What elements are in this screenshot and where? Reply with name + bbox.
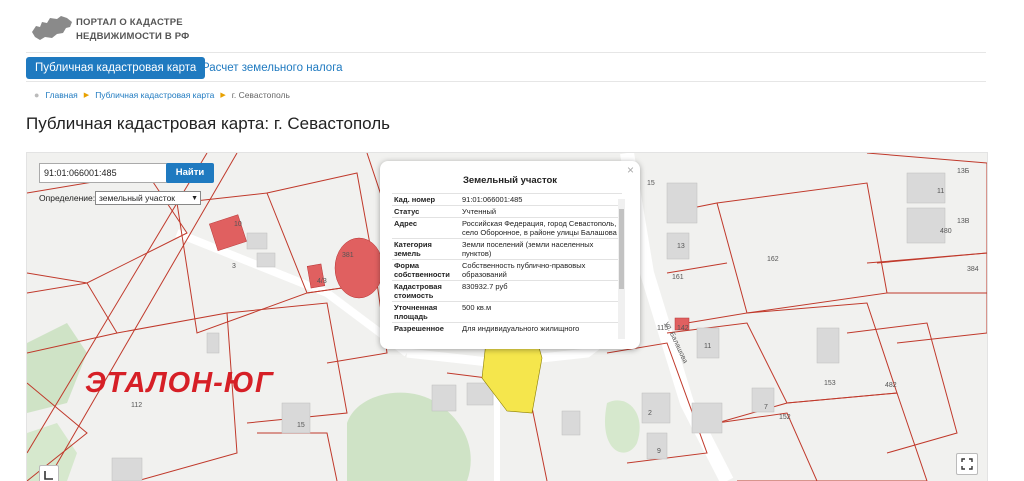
fullscreen-icon [961, 458, 973, 470]
popup-scrollbar[interactable] [618, 199, 625, 339]
svg-text:3: 3 [232, 263, 236, 270]
svg-text:482: 482 [885, 382, 897, 389]
svg-text:11: 11 [937, 188, 944, 195]
watermark-logo: ЭТАЛОН-ЮГ [85, 367, 274, 399]
layers-icon [44, 471, 53, 480]
svg-text:9: 9 [657, 448, 661, 455]
svg-text:480: 480 [940, 228, 952, 235]
svg-text:4/3: 4/3 [317, 278, 327, 285]
table-row: Кад. номер 91:01:066001:485 [392, 193, 622, 206]
header-divider [26, 52, 986, 53]
svg-text:13: 13 [677, 243, 685, 250]
breadcrumb-home[interactable]: Главная [45, 90, 77, 100]
breadcrumb-section[interactable]: Публичная кадастровая карта [95, 90, 214, 100]
parcel-info-popup: × Земельный участок Кад. номер 91:01:0660… [380, 161, 640, 349]
cadastral-map[interactable]: 15 10 3 381 13 161 162 13Б 11 13В 480 38… [26, 152, 988, 481]
breadcrumb-arrow-icon: ▶ [220, 92, 226, 99]
svg-text:11: 11 [704, 343, 711, 350]
breadcrumb-arrow-icon: ▶ [83, 92, 90, 99]
tab-cadastral-map[interactable]: Публичная кадастровая карта [26, 57, 206, 79]
find-button[interactable]: Найти [166, 163, 214, 183]
svg-text:381: 381 [342, 252, 354, 259]
svg-text:2: 2 [648, 410, 652, 417]
tab-land-tax[interactable]: Расчет земельного налога [202, 57, 343, 79]
fullscreen-button[interactable] [956, 453, 978, 475]
svg-text:15: 15 [647, 180, 655, 187]
svg-text:384: 384 [967, 266, 979, 273]
popup-title: Земельный участок [462, 175, 558, 186]
breadcrumb-current: г. Севастополь [231, 90, 290, 100]
svg-text:7: 7 [764, 404, 768, 411]
table-row: Категория земель Земли поселений (земли н… [392, 238, 622, 260]
svg-text:162: 162 [767, 256, 779, 263]
table-row: Уточненная площадь 500 кв.м [392, 301, 622, 323]
svg-text:112: 112 [131, 402, 142, 409]
parcel-info-table: Кад. номер 91:01:066001:485 Статус Учтенны… [392, 193, 622, 334]
location-pin-icon: ● [34, 90, 40, 100]
svg-text:153: 153 [824, 380, 836, 387]
svg-text:10: 10 [234, 221, 242, 228]
layers-button[interactable] [39, 465, 59, 481]
table-row: Форма собственности Собственность публичн… [392, 259, 622, 281]
russia-map-icon[interactable] [30, 14, 74, 42]
svg-text:15: 15 [297, 422, 305, 429]
table-row: Статус Учтенный [392, 205, 622, 218]
page-title: Публичная кадастровая карта: г. Севастоп… [26, 114, 391, 133]
table-row: Адрес Российская Федерация, город Севасто… [392, 217, 622, 239]
chevron-down-icon: ▼ [191, 195, 198, 202]
definition-label: Определение: [39, 193, 96, 203]
site-header: ПОРТАЛ О КАДАСТРЕ НЕДВИЖИМОСТИ В РФ [0, 0, 1024, 52]
cadastral-search-input[interactable] [39, 163, 169, 183]
site-logo-text[interactable]: ПОРТАЛ О КАДАСТРЕ НЕДВИЖИМОСТИ В РФ [76, 16, 190, 44]
table-row: Разрешенное Для индивидуального жилищного [392, 322, 622, 334]
svg-text:142: 142 [677, 325, 689, 332]
table-row: Кадастровая стоимость 830932.7 руб [392, 280, 622, 302]
breadcrumb: ● Главная ▶ Публичная кадастровая карта … [34, 90, 290, 100]
definition-select[interactable]: земельный участок ▼ [95, 191, 201, 205]
svg-text:152: 152 [779, 414, 791, 421]
svg-text:13В: 13В [957, 218, 970, 225]
nav-divider [26, 81, 986, 82]
svg-text:13Б: 13Б [957, 168, 970, 175]
svg-text:161: 161 [672, 274, 684, 281]
scrollbar-thumb[interactable] [619, 209, 624, 289]
